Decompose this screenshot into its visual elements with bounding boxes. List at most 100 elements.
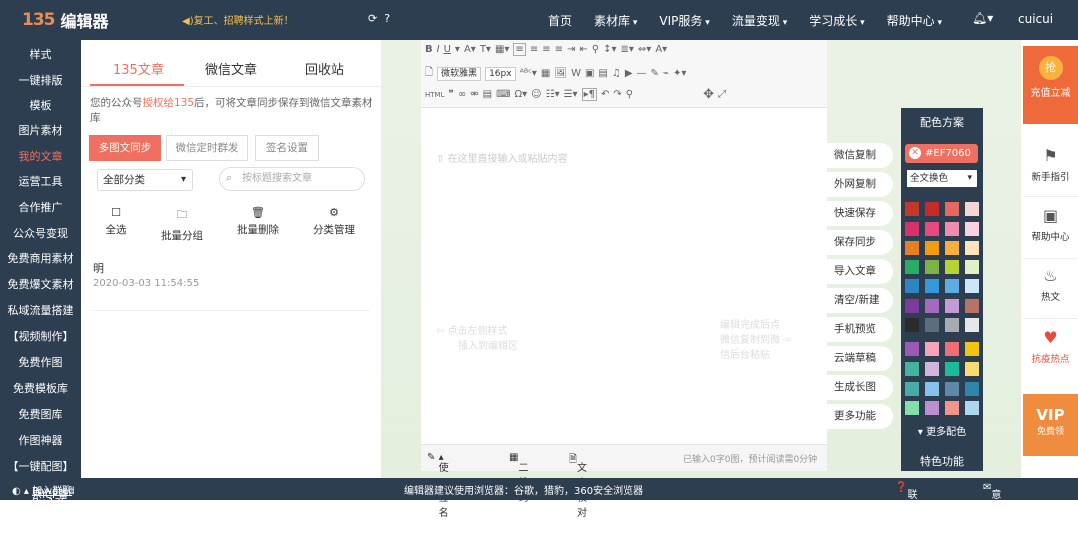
color-swatch[interactable] <box>925 299 939 313</box>
color-swatch[interactable] <box>905 260 919 274</box>
color-swatch[interactable] <box>965 260 979 274</box>
sidebar-item-template[interactable]: 模板 <box>0 97 81 113</box>
color-swatch[interactable] <box>905 382 919 396</box>
color-swatch[interactable] <box>945 299 959 313</box>
fullscreen-icon[interactable]: ⤢ <box>718 89 726 100</box>
font-color-icon[interactable]: A▾ <box>464 44 476 55</box>
multi-sync-button[interactable]: 多图文同步 <box>89 135 161 161</box>
text-size-icon[interactable]: A▾ <box>655 44 667 55</box>
color-swatch[interactable] <box>945 202 959 216</box>
search-replace-icon[interactable]: ⚲ <box>626 89 633 100</box>
paragraph-spacing-icon[interactable]: ≣▾ <box>621 44 634 55</box>
document-icon[interactable]: 🗋︎ <box>425 65 433 82</box>
color-swatch[interactable] <box>925 202 939 216</box>
text-style-icon[interactable]: T▾ <box>480 44 491 55</box>
sidebar-item-monetize[interactable]: 公众号变现 <box>0 225 81 241</box>
sidebar-item-free-design[interactable]: 免费作图 <box>0 354 81 370</box>
feedback-link[interactable]: ✉ 意见反馈 <box>983 482 1001 546</box>
sidebar-item-my-articles[interactable]: 我的文章 <box>0 148 81 164</box>
color-swatch[interactable] <box>905 362 919 376</box>
mobile-preview-button[interactable]: 手机预览 <box>827 317 893 342</box>
link-icon[interactable]: ⚲ <box>592 44 599 55</box>
color-swatch[interactable] <box>945 260 959 274</box>
color-swatch[interactable] <box>945 222 959 236</box>
underline-icon[interactable]: U <box>444 44 451 55</box>
category-select[interactable]: 全部分类 <box>97 169 193 191</box>
chain-icon[interactable]: ∞ <box>458 89 466 100</box>
quick-save-button[interactable]: 快速保存 <box>827 201 893 226</box>
save-sync-button[interactable]: 保存同步 <box>827 230 893 255</box>
external-copy-button[interactable]: 外网复制 <box>827 172 893 197</box>
nav-learning[interactable]: 学习成长 <box>809 12 864 29</box>
color-swatch[interactable] <box>925 222 939 236</box>
color-swatch[interactable] <box>925 260 939 274</box>
color-swatch[interactable] <box>945 241 959 255</box>
close-icon[interactable]: ✕ <box>909 147 921 159</box>
cloud-draft-button[interactable]: 云端草稿 <box>827 346 893 371</box>
signature-button[interactable]: ✎ 使用签名 ▴ <box>427 452 449 519</box>
color-swatch[interactable] <box>965 401 979 415</box>
color-swatch[interactable] <box>905 299 919 313</box>
color-swatch[interactable] <box>945 401 959 415</box>
outdent-icon[interactable]: ⇤ <box>579 44 587 55</box>
user-menu[interactable]: cuicui <box>1018 12 1053 26</box>
magic-wand-icon[interactable]: ✦▾ <box>673 68 686 79</box>
attachment-icon[interactable]: ✎ <box>651 68 659 79</box>
category-manage-button[interactable]: ⚙ 分类管理 <box>307 206 361 237</box>
align-justify-icon[interactable]: ≡ <box>555 44 563 55</box>
hot-articles-link[interactable]: ♨ 热文 <box>1023 266 1078 303</box>
sidebar-item-auto-image[interactable]: 【一键配图】 <box>0 458 81 474</box>
import-article-button[interactable]: 导入文章 <box>827 259 893 284</box>
color-swatch[interactable] <box>925 382 939 396</box>
sidebar-item-style[interactable]: 样式 <box>0 46 81 62</box>
replace-color-select[interactable]: 全文换色 <box>907 170 977 187</box>
font-family-select[interactable]: 微软雅黑 <box>437 66 482 81</box>
line-height-icon[interactable]: ↕▾ <box>603 44 616 55</box>
code-icon[interactable]: ⌨ <box>496 89 510 100</box>
case-icon[interactable]: ᴬᴮᶜ▾ <box>520 68 537 79</box>
tab-recycle-bin[interactable]: 回收站 <box>305 59 344 78</box>
proofread-button[interactable]: 🗎︎ 文本校对 <box>569 452 587 519</box>
color-swatch[interactable] <box>905 202 919 216</box>
html-icon[interactable]: HTML <box>425 91 444 99</box>
dropdown-icon[interactable]: ▾ <box>455 44 460 55</box>
nav-monetize[interactable]: 流量变现 <box>732 12 787 29</box>
sidebar-item-images[interactable]: 图片素材 <box>0 122 81 138</box>
refresh-icon[interactable]: ⟳ <box>368 12 377 25</box>
sidebar-item-free-gallery[interactable]: 免费图库 <box>0 406 81 422</box>
list-icon[interactable]: ☷▾ <box>546 89 560 100</box>
picture-icon[interactable]: ▤ <box>598 68 607 79</box>
text-direction-icon[interactable]: ▸¶ <box>581 88 597 101</box>
color-swatch[interactable] <box>945 382 959 396</box>
color-swatch[interactable] <box>905 342 919 356</box>
color-swatch[interactable] <box>965 299 979 313</box>
grid-icon[interactable]: ▦ <box>541 68 550 79</box>
special-features-label[interactable]: 特色功能 <box>901 453 983 469</box>
video-icon[interactable]: ▶ <box>625 68 633 79</box>
font-size-select[interactable]: 16px <box>485 66 516 81</box>
sidebar-item-promotion[interactable]: 合作推广 <box>0 199 81 215</box>
sidebar-item-free-viral[interactable]: 免费爆文素材 <box>0 276 81 292</box>
color-swatch[interactable] <box>925 362 939 376</box>
color-swatch[interactable] <box>965 382 979 396</box>
wechat-copy-button[interactable]: 微信复制 <box>827 143 893 168</box>
nav-home[interactable]: 首页 <box>548 12 572 29</box>
color-swatch[interactable] <box>965 241 979 255</box>
unlink-icon[interactable]: ⚮ <box>470 89 478 100</box>
help-center-link[interactable]: ▣ 帮助中心 <box>1023 206 1078 243</box>
nav-help[interactable]: 帮助中心 <box>887 12 942 29</box>
guide-link[interactable]: ⚑ 新手指引 <box>1023 146 1078 183</box>
clipboard-icon[interactable]: ▤ <box>483 89 492 100</box>
current-color[interactable]: ✕ #EF7060 <box>905 144 978 163</box>
color-swatch[interactable] <box>965 279 979 293</box>
qrcode-button[interactable]: ▦ 二维码 <box>509 452 528 504</box>
move-icon[interactable]: ✥ <box>703 87 714 102</box>
help-icon[interactable]: ? <box>384 12 390 25</box>
letter-spacing-icon[interactable]: ⇔▾ <box>638 44 651 55</box>
bold-icon[interactable]: B <box>425 44 433 55</box>
bell-icon[interactable]: 🔔︎▾ <box>972 11 993 25</box>
color-swatch[interactable] <box>925 241 939 255</box>
color-swatch[interactable] <box>965 222 979 236</box>
gallery-icon[interactable]: ▣ <box>585 68 594 79</box>
recharge-promo[interactable]: 抢充值立减 <box>1023 46 1078 124</box>
